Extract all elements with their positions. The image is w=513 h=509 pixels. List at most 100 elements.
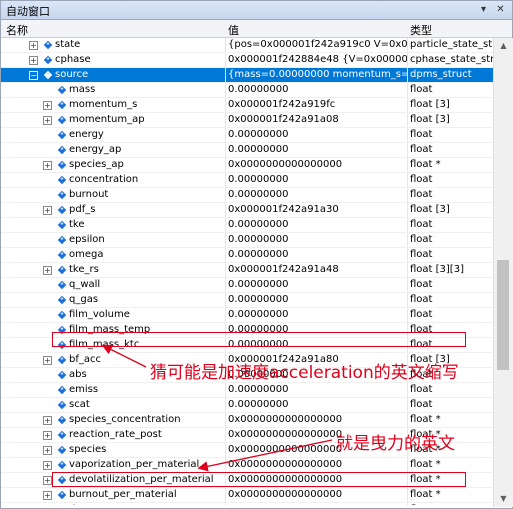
field-name: q_gas [69,294,99,305]
scroll-down-icon[interactable]: ▼ [494,491,513,507]
expand-icon[interactable]: + [43,461,52,470]
expand-icon[interactable]: + [43,266,52,275]
value-cell[interactable]: 0.00000000 [225,278,408,292]
close-icon[interactable]: ✕ [494,3,507,16]
value-cell[interactable]: 0.00000000 [225,173,408,187]
table-row[interactable]: energy 0.00000000 float [1,128,493,143]
type-cell: float [407,248,493,262]
value-cell[interactable]: 0.00000000 [225,188,408,202]
field-name: species_concentration [69,414,181,425]
table-row[interactable]: mass 0.00000000 float [1,83,493,98]
field-icon [57,265,67,275]
table-row[interactable]: concentration 0.00000000 float [1,173,493,188]
table-row[interactable]: q_gas 0.00000000 float [1,293,493,308]
value-cell[interactable]: {mass=0.00000000 momentum_s=0x0000 [225,68,408,82]
type-cell: float * [407,488,493,502]
value-cell[interactable]: 0.00000000 [225,308,408,322]
value-cell[interactable]: 0x000001f242a91a48 [225,263,408,277]
expand-icon[interactable]: + [43,476,52,485]
expand-icon[interactable]: + [43,101,52,110]
table-row[interactable]: omega 0.00000000 float [1,248,493,263]
value-cell[interactable]: 0x000001f242884e48 {V=0x000001f24288 [225,53,408,67]
field-name: epsilon [69,234,105,245]
field-icon [57,145,67,155]
expand-icon[interactable]: + [29,56,38,65]
value-cell[interactable]: 0.00000000 [225,398,408,412]
table-row[interactable]: + species_ap 0x0000000000000000 float * [1,158,493,173]
field-icon [57,160,67,170]
table-row[interactable]: + momentum_ap 0x000001f242a91a08 float [3] [1,113,493,128]
type-cell: float [407,503,493,505]
field-name: state [55,39,81,50]
value-cell[interactable]: 0.00000000 [225,143,408,157]
expand-icon[interactable]: + [43,356,52,365]
collapse-icon[interactable]: − [29,71,38,80]
value-cell[interactable]: 0x000001f242a919fc [225,98,408,112]
expand-icon[interactable]: + [43,206,52,215]
expand-icon[interactable]: + [43,116,52,125]
table-row[interactable]: + tke_rs 0x000001f242a91a48 float [3][3] [1,263,493,278]
field-name: scat [69,399,90,410]
field-icon [57,310,67,320]
name-cell: burnout [1,188,223,202]
value-cell[interactable]: 0.00000000 [225,128,408,142]
type-cell: float [3][3] [407,263,493,277]
table-row[interactable]: film_volume 0.00000000 float [1,308,493,323]
value-cell[interactable]: 0x0000000000000000 [225,413,408,427]
vertical-scrollbar[interactable]: ▲ ▼ [493,38,513,507]
table-row[interactable]: tke 0.00000000 float [1,218,493,233]
header-name[interactable]: 名称 [6,22,28,38]
table-row[interactable]: energy_ap 0.00000000 float [1,143,493,158]
expand-icon[interactable]: + [43,446,52,455]
value-cell[interactable]: 25.960037 [225,503,408,505]
table-row[interactable]: q_wall 0.00000000 float [1,278,493,293]
table-row[interactable]: epsilon 0.00000000 float [1,233,493,248]
table-row[interactable]: + species_concentration 0x0000000000000000… [1,413,493,428]
header-type[interactable]: 类型 [410,22,432,38]
name-cell: tke [1,218,223,232]
table-row[interactable]: + momentum_s 0x000001f242a919fc float [3] [1,98,493,113]
table-row[interactable]: scat 0.00000000 float [1,398,493,413]
field-icon [57,130,67,140]
field-name: q_wall [69,279,101,290]
value-cell[interactable]: 0.00000000 [225,83,408,97]
expand-icon[interactable]: + [29,41,38,50]
name-cell: − source [1,68,223,82]
dropdown-icon[interactable]: ▾ [477,3,490,16]
scroll-thumb[interactable] [497,260,509,370]
field-icon [57,445,67,455]
value-cell[interactable]: 0x0000000000000000 [225,488,408,502]
value-cell[interactable]: 0x0000000000000000 [225,158,408,172]
expand-icon[interactable]: + [43,431,52,440]
table-row[interactable]: − source {mass=0.00000000 momentum_s=0x000… [1,68,493,83]
value-cell[interactable]: 0.00000000 [225,293,408,307]
expand-icon[interactable]: + [43,491,52,500]
expand-icon[interactable]: + [43,416,52,425]
field-icon [57,415,67,425]
type-cell: float * [407,158,493,172]
value-cell[interactable]: 0.00000000 [225,383,408,397]
name-cell: energy [1,128,223,142]
value-cell[interactable]: 0x0000000000000000 [225,458,408,472]
table-row[interactable]: + vaporization_per_material 0x000000000000… [1,458,493,473]
value-cell[interactable]: 0.00000000 [225,218,408,232]
value-cell[interactable]: {pos=0x000001f242a919c0 V=0x000001f2 [225,38,408,52]
table-row[interactable]: + state {pos=0x000001f242a919c0 V=0x000001… [1,38,493,53]
field-icon [57,205,67,215]
table-row[interactable]: + pdf_s 0x000001f242a91a30 float [3] [1,203,493,218]
value-cell[interactable]: 0.00000000 [225,248,408,262]
table-row[interactable]: emiss 0.00000000 float [1,383,493,398]
value-cell[interactable]: 0x000001f242a91a08 [225,113,408,127]
header-value[interactable]: 值 [228,22,239,38]
name-cell: + momentum_s [1,98,223,112]
table-row[interactable]: + cphase 0x000001f242884e48 {V=0x000001f24… [1,53,493,68]
field-icon [57,430,67,440]
value-cell[interactable]: 0.00000000 [225,233,408,247]
table-row[interactable]: drag 25.960037float [1,503,493,505]
value-cell[interactable]: 0x000001f242a91a30 [225,203,408,217]
table-row[interactable]: + burnout_per_material 0x0000000000000000 f… [1,488,493,503]
field-name: species [69,444,107,455]
scroll-up-icon[interactable]: ▲ [494,38,513,54]
table-row[interactable]: burnout 0.00000000 float [1,188,493,203]
expand-icon[interactable]: + [43,161,52,170]
